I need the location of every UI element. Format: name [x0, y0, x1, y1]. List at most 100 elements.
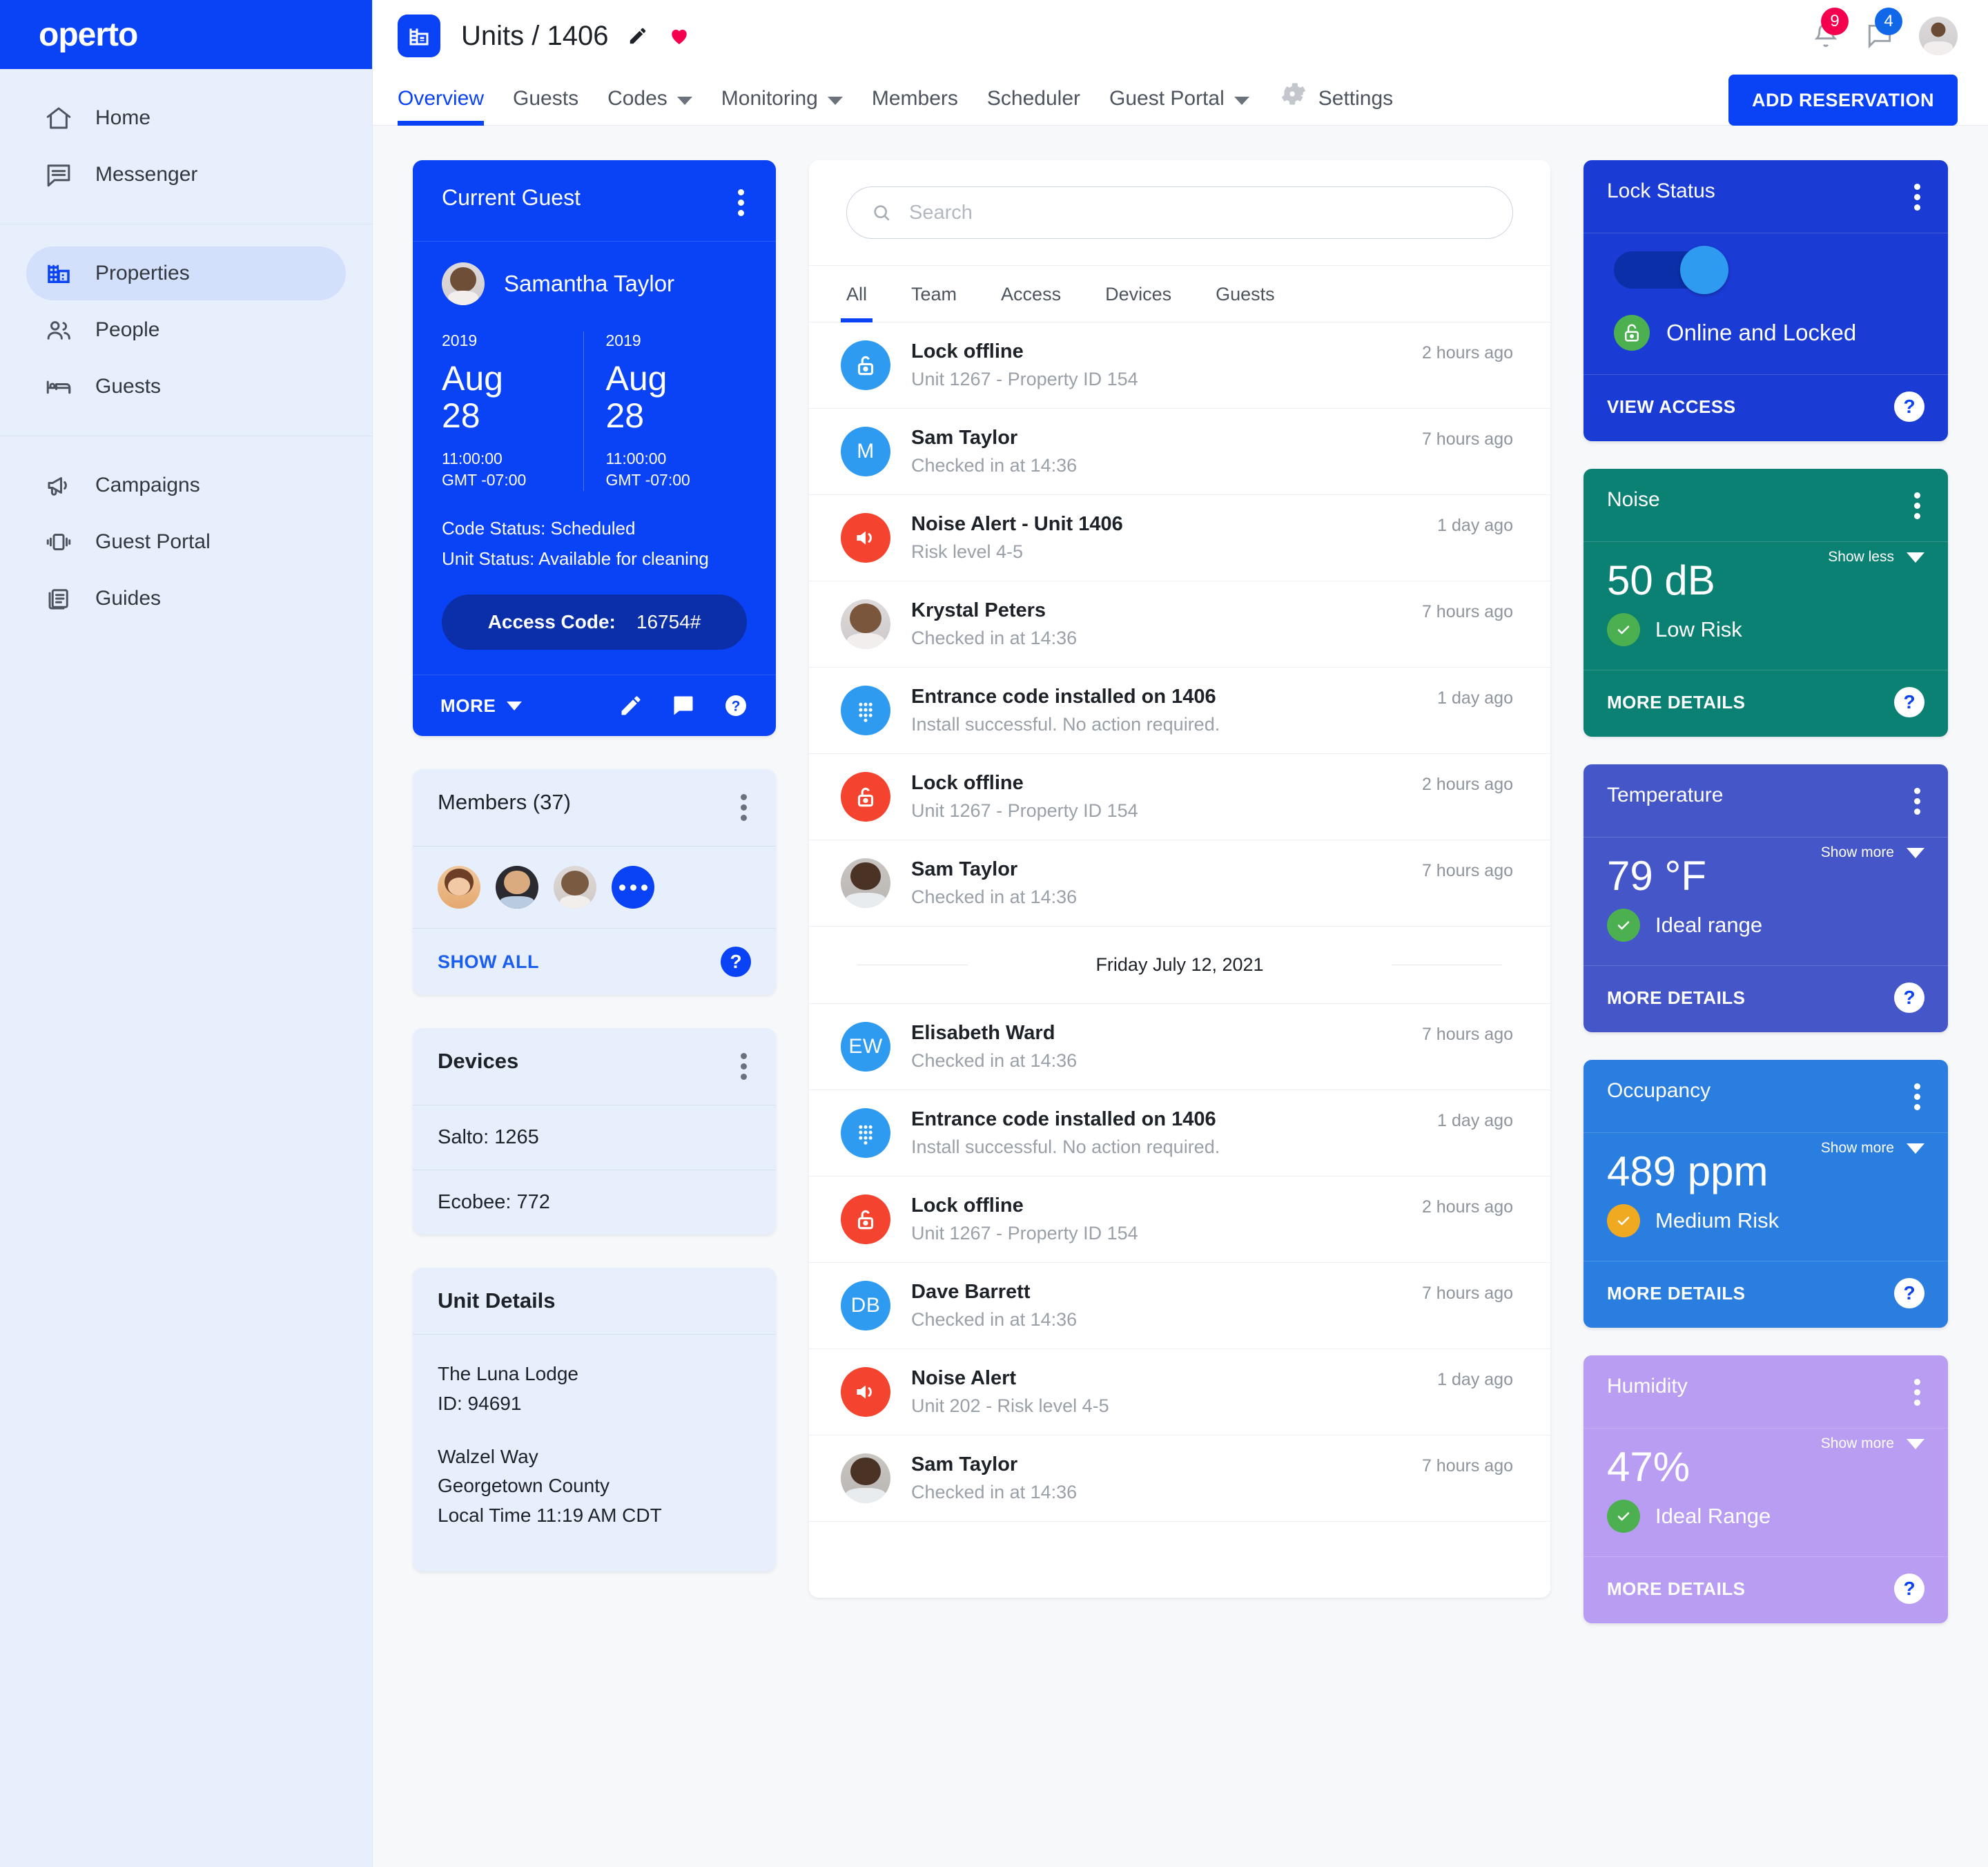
user-avatar[interactable]	[1919, 17, 1958, 55]
show-all-members-link[interactable]: SHOW ALL	[438, 951, 539, 973]
activity-row[interactable]: Noise Alert Unit 202 - Risk level 4-5 1 …	[809, 1349, 1550, 1435]
favorite-heart-icon[interactable]	[667, 25, 691, 47]
activity-row[interactable]: Lock offline Unit 1267 - Property ID 154…	[809, 1177, 1550, 1263]
activity-tab-access[interactable]: Access	[1001, 266, 1061, 322]
activity-row[interactable]: Entrance code installed on 1406 Install …	[809, 668, 1550, 754]
humidity-card: Humidity Show more 47% Ideal Range MORE …	[1583, 1355, 1948, 1623]
add-reservation-button[interactable]: ADD RESERVATION	[1728, 75, 1958, 126]
occupancy-more-details-link[interactable]: MORE DETAILS	[1607, 1283, 1746, 1304]
activity-subtitle: Install successful. No action required.	[911, 714, 1220, 735]
messages-button[interactable]: 4	[1853, 8, 1907, 59]
search-box[interactable]	[846, 186, 1513, 239]
device-row[interactable]: Ecobee: 772	[413, 1170, 776, 1235]
occupancy-show-toggle[interactable]: Show more	[1821, 1140, 1924, 1157]
temperature-show-toggle[interactable]: Show more	[1821, 844, 1924, 861]
help-icon[interactable]: ?	[1894, 687, 1924, 717]
help-icon[interactable]: ?	[1894, 391, 1924, 422]
message-icon[interactable]	[671, 693, 696, 718]
sidebar-item-home[interactable]: Home	[26, 91, 346, 145]
activity-row[interactable]: Sam Taylor Checked in at 14:36 7 hours a…	[809, 1435, 1550, 1522]
activity-row[interactable]: Lock offline Unit 1267 - Property ID 154…	[809, 754, 1550, 840]
temperature-title: Temperature	[1607, 784, 1724, 806]
lock-toggle[interactable]	[1614, 246, 1728, 294]
tab-monitoring[interactable]: Monitoring	[721, 72, 843, 126]
help-icon[interactable]: ?	[1894, 1574, 1924, 1604]
noise-show-toggle[interactable]: Show less	[1828, 549, 1924, 565]
activity-tab-all[interactable]: All	[840, 266, 873, 322]
tab-settings[interactable]: Settings	[1278, 72, 1393, 126]
tab-overview[interactable]: Overview	[398, 72, 485, 126]
help-icon[interactable]: ?	[1894, 1278, 1924, 1308]
activity-tab-team[interactable]: Team	[911, 266, 957, 322]
activity-row[interactable]: M Sam Taylor Checked in at 14:36 7 hours…	[809, 409, 1550, 495]
avatar	[841, 1453, 890, 1503]
unit-local-time: Local Time 11:19 AM CDT	[438, 1504, 662, 1526]
help-icon[interactable]: ?	[1894, 983, 1924, 1013]
sidebar-item-campaigns[interactable]: Campaigns	[26, 458, 346, 512]
sidebar-item-properties[interactable]: Properties	[26, 246, 346, 300]
sidebar-item-people[interactable]: People	[26, 303, 346, 357]
sidebar-item-guest-portal[interactable]: Guest Portal	[26, 515, 346, 569]
check-icon	[1607, 909, 1640, 942]
member-avatar[interactable]	[554, 866, 596, 909]
sidebar-group: Properties People Guests	[0, 224, 372, 436]
activity-row[interactable]: DB Dave Barrett Checked in at 14:36 7 ho…	[809, 1263, 1550, 1349]
left-column: Current Guest Samantha Taylor 2019 Aug 28	[413, 160, 776, 1572]
check-out-time: 11:00:00	[605, 449, 667, 467]
lock-open-icon	[841, 1194, 890, 1244]
activity-row[interactable]: EW Elisabeth Ward Checked in at 14:36 7 …	[809, 1004, 1550, 1090]
members-title: Members (37)	[438, 790, 571, 815]
noise-more-details-link[interactable]: MORE DETAILS	[1607, 692, 1746, 713]
edit-pencil-icon[interactable]	[618, 693, 643, 718]
help-icon[interactable]: ?	[721, 947, 751, 978]
view-access-link[interactable]: VIEW ACCESS	[1607, 396, 1736, 418]
help-icon[interactable]: ?	[723, 693, 748, 718]
activity-tab-guests[interactable]: Guests	[1216, 266, 1275, 322]
member-avatar[interactable]	[496, 866, 538, 909]
activity-row[interactable]: Krystal Peters Checked in at 14:36 7 hou…	[809, 581, 1550, 668]
brand-logo[interactable]: operto	[0, 0, 372, 69]
members-menu-icon[interactable]	[737, 790, 751, 825]
humidity-show-toggle[interactable]: Show more	[1821, 1435, 1924, 1452]
lock-toggle-knob[interactable]	[1680, 246, 1728, 294]
tab-members[interactable]: Members	[872, 72, 958, 126]
activity-title: Krystal Peters	[911, 599, 1046, 621]
tab-label: Overview	[398, 86, 485, 110]
sidebar-item-messenger[interactable]: Messenger	[26, 148, 346, 202]
devices-menu-icon[interactable]	[737, 1049, 751, 1084]
activity-subtitle: Install successful. No action required.	[911, 1136, 1220, 1157]
lock-status-menu-icon[interactable]	[1910, 180, 1924, 215]
temperature-more-details-link[interactable]: MORE DETAILS	[1607, 987, 1746, 1009]
occupancy-menu-icon[interactable]	[1910, 1079, 1924, 1114]
more-dropdown[interactable]: MORE	[440, 695, 523, 717]
keypad-icon	[841, 686, 890, 735]
activity-row[interactable]: Entrance code installed on 1406 Install …	[809, 1090, 1550, 1177]
occupancy-show-toggle-label: Show more	[1820, 1140, 1894, 1156]
activity-row[interactable]: Noise Alert - Unit 1406 Risk level 4-5 1…	[809, 495, 1550, 581]
activity-row[interactable]: Lock offline Unit 1267 - Property ID 154…	[809, 322, 1550, 409]
device-row[interactable]: Salto: 1265	[413, 1105, 776, 1171]
tab-guest-portal[interactable]: Guest Portal	[1109, 72, 1249, 126]
member-avatar[interactable]	[438, 866, 480, 909]
search-input[interactable]	[909, 201, 1489, 224]
more-members-button[interactable]	[612, 866, 654, 909]
home-icon	[43, 102, 75, 134]
humidity-menu-icon[interactable]	[1910, 1375, 1924, 1410]
lock-closed-icon	[1614, 315, 1650, 351]
noise-menu-icon[interactable]	[1910, 488, 1924, 523]
sidebar-item-guests[interactable]: Guests	[26, 360, 346, 414]
tab-codes[interactable]: Codes	[607, 72, 692, 126]
tab-scheduler[interactable]: Scheduler	[987, 72, 1080, 126]
lock-status-text: Online and Locked	[1666, 320, 1857, 345]
notifications-button[interactable]: 9	[1799, 8, 1853, 59]
temperature-menu-icon[interactable]	[1910, 784, 1924, 819]
tab-guests[interactable]: Guests	[513, 72, 578, 126]
humidity-more-details-link[interactable]: MORE DETAILS	[1607, 1578, 1746, 1600]
edit-pencil-icon[interactable]	[627, 26, 648, 46]
members-card: Members (37) SHOW ALL ?	[413, 769, 776, 996]
access-code-pill[interactable]: Access Code: 16754#	[442, 594, 747, 650]
current-guest-menu-icon[interactable]	[734, 185, 748, 220]
activity-row[interactable]: Sam Taylor Checked in at 14:36 7 hours a…	[809, 840, 1550, 927]
activity-tab-devices[interactable]: Devices	[1105, 266, 1171, 322]
sidebar-item-guides[interactable]: Guides	[26, 572, 346, 626]
